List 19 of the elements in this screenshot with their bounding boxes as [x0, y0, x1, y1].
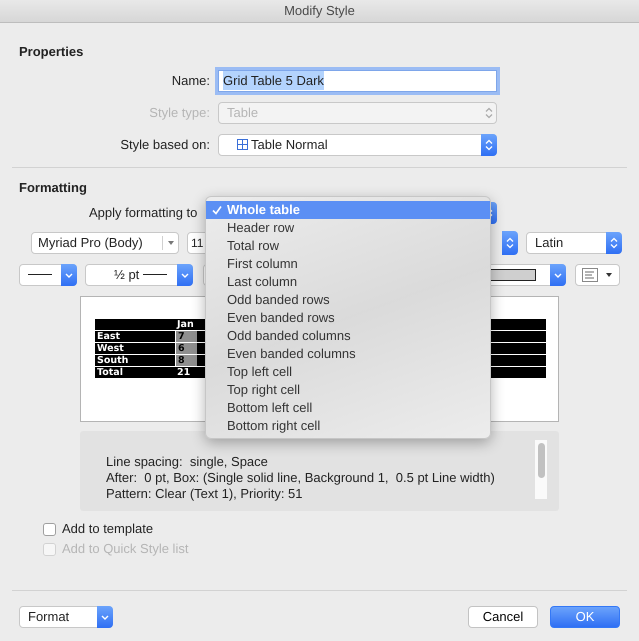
- table-cell: 8: [175, 355, 197, 366]
- field-label: Apply formatting to: [89, 204, 198, 222]
- checkbox-label: Add to template: [62, 520, 154, 538]
- table-cell: South: [95, 355, 175, 366]
- table-cell: 21: [175, 367, 197, 378]
- description-line: After: 0 pt, Box: (Single solid line, Background 1, 0.5 pt Line width): [106, 470, 496, 486]
- section-heading: Formatting: [19, 178, 88, 197]
- window-title: Modify Style: [284, 2, 355, 20]
- table-cell: East: [95, 331, 175, 342]
- section-heading: Properties: [19, 43, 84, 61]
- field-label: Style based on:: [119, 136, 210, 154]
- field-label: Name:: [170, 72, 210, 90]
- table-cell: 7: [175, 331, 197, 342]
- description-line: Pattern: Clear (Text 1), Priority: 51: [106, 486, 304, 502]
- table-cell: Total: [95, 367, 175, 378]
- table-cell: 6: [175, 343, 197, 354]
- table-cell: West: [95, 343, 175, 354]
- table-cell: Jan: [175, 319, 197, 330]
- description-line: Line spacing: single, Space: [106, 454, 269, 470]
